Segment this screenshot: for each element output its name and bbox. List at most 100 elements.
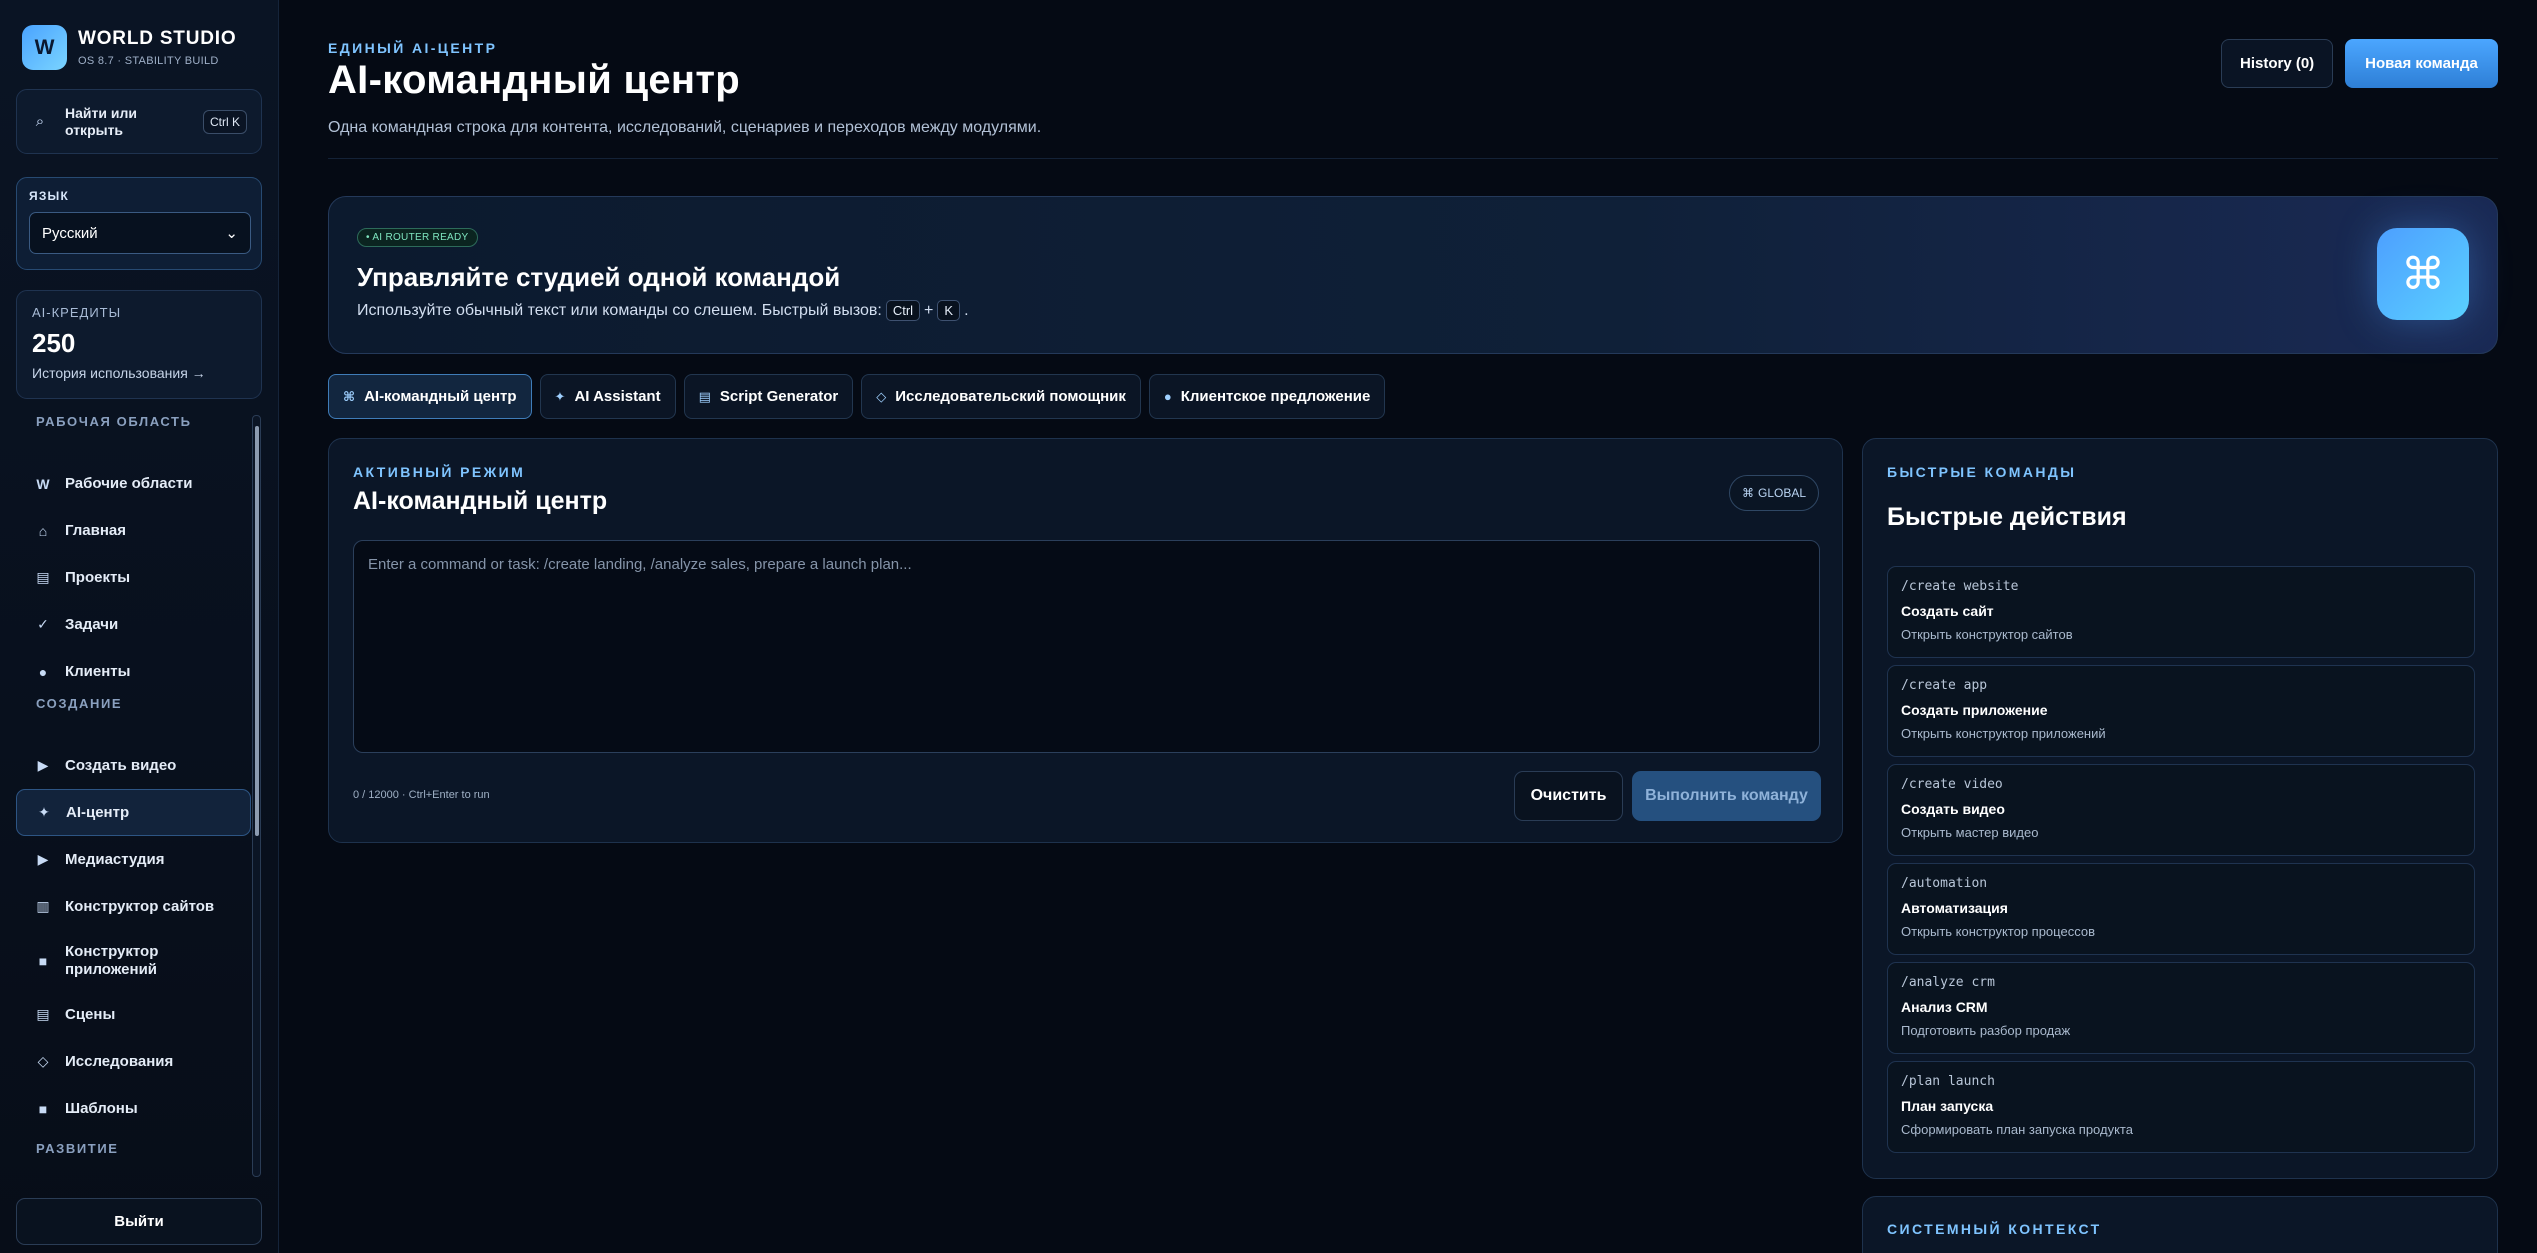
- credits-title: AI-КРЕДИТЫ: [32, 305, 122, 320]
- tab-label: Исследовательский помощник: [895, 388, 1126, 405]
- search-label: Найти или открыть: [65, 104, 137, 138]
- quick-desc: Сформировать план запуска продукта: [1901, 1122, 2133, 1137]
- system-context-panel: СИСТЕМНЫЙ КОНТЕКСТ: [1862, 1196, 2498, 1253]
- layout-icon: ▥: [36, 898, 50, 914]
- logout-button[interactable]: Выйти: [16, 1198, 262, 1245]
- check-icon: ✓: [37, 616, 49, 632]
- quick-actions-panel: БЫСТРЫЕ КОМАНДЫ Быстрые действия /create…: [1862, 438, 2498, 1179]
- quick-action-create-video[interactable]: /create video Создать видео Открыть мастер…: [1887, 764, 2475, 856]
- tab-script-generator[interactable]: ▤ Script Generator: [683, 374, 854, 419]
- language-card: ЯЗЫК Русский ⌄: [16, 177, 262, 270]
- sidebar-item-site-builder[interactable]: ▥ Конструктор сайтов: [16, 883, 251, 930]
- workspaces-icon: W: [36, 475, 50, 492]
- credits-value: 250: [32, 328, 76, 358]
- clear-button[interactable]: Очистить: [1514, 771, 1623, 821]
- quick-eyebrow: БЫСТРЫЕ КОМАНДЫ: [1887, 464, 2077, 480]
- nav-section-title: РАЗВИТИЕ: [36, 1141, 119, 1156]
- sidebar-item-label: Проекты: [65, 569, 131, 586]
- quick-action-automation[interactable]: /automation Автоматизация Открыть конструк…: [1887, 863, 2475, 955]
- tab-label: Script Generator: [719, 388, 839, 405]
- sidebar-item-app-builder[interactable]: ■ Конструктор приложений: [16, 930, 251, 991]
- tab-research-assistant[interactable]: ◇ Исследовательский помощник: [861, 374, 1141, 419]
- credits-card: AI-КРЕДИТЫ 250 История использования →: [16, 290, 262, 399]
- key-k: K: [937, 300, 961, 321]
- home-icon: ⌂: [38, 522, 48, 539]
- command-icon: ⌘: [2377, 228, 2469, 320]
- quick-title: Быстрые действия: [1887, 503, 2127, 531]
- sidebar-item-ai-center[interactable]: ✦ AI-центр: [16, 789, 251, 836]
- router-status-badge: • AI ROUTER READY: [357, 228, 478, 247]
- mode-tabs: ⌘ AI-командный центр ✦ AI Assistant ▤ Scrip…: [328, 374, 1386, 419]
- command-icon: ⌘: [343, 388, 356, 404]
- page-title: AI-командный центр: [328, 58, 741, 102]
- tab-ai-assistant[interactable]: ✦ AI Assistant: [539, 374, 676, 419]
- new-command-button[interactable]: Новая команда: [2345, 39, 2498, 88]
- language-title: ЯЗЫК: [29, 189, 70, 203]
- quick-action-create-website[interactable]: /create website Создать сайт Открыть конст…: [1887, 566, 2475, 658]
- sidebar-item-label: Шаблоны: [65, 1100, 138, 1117]
- language-select[interactable]: Русский ⌄: [29, 212, 251, 254]
- tab-client-proposal[interactable]: ● Клиентское предложение: [1148, 374, 1386, 419]
- brand-logo: W: [22, 25, 67, 70]
- quick-desc: Открыть мастер видео: [1901, 825, 2039, 840]
- sidebar-item-label: Задачи: [65, 616, 119, 633]
- sidebar-item-projects[interactable]: ▤ Проекты: [16, 554, 251, 601]
- nav-section-title: РАБОЧАЯ ОБЛАСТЬ: [36, 414, 192, 429]
- quick-command: /create app: [1901, 678, 1988, 693]
- projects-icon: ▤: [36, 569, 50, 585]
- command-panel: АКТИВНЫЙ РЕЖИМ AI-командный центр ⌘ GLOBA…: [328, 438, 1843, 843]
- brand[interactable]: W WORLD STUDIO OS 8.7 · STABILITY BUILD: [22, 25, 236, 70]
- command-input-placeholder: Enter a command or task: /create landing…: [368, 556, 912, 573]
- tab-ai-command-center[interactable]: ⌘ AI-командный центр: [328, 374, 532, 419]
- scrollbar-thumb[interactable]: [255, 426, 259, 836]
- command-input[interactable]: Enter a command or task: /create landing…: [353, 540, 1820, 753]
- search-icon: ⌕: [35, 113, 45, 130]
- header-divider: [328, 158, 2498, 159]
- quick-action-analyze-crm[interactable]: /analyze crm Анализ CRM Подготовить разбор…: [1887, 962, 2475, 1054]
- sidebar-item-label: AI-центр: [66, 804, 130, 821]
- tab-label: Клиентское предложение: [1180, 388, 1371, 405]
- hero-description-text: Используйте обычный текст или команды со…: [357, 301, 882, 319]
- sidebar-scrollbar[interactable]: [252, 415, 261, 1177]
- scenes-icon: ▤: [36, 1006, 50, 1022]
- history-button[interactable]: History (0): [2221, 39, 2334, 88]
- usage-history-link[interactable]: История использования →: [32, 365, 246, 381]
- app-icon: ■: [38, 952, 48, 969]
- sidebar-item-clients[interactable]: ● Клиенты: [16, 648, 251, 695]
- sidebar-item-label: Медиастудия: [65, 851, 165, 868]
- sidebar-item-workspaces[interactable]: W Рабочие области: [16, 460, 251, 507]
- quick-command: /automation: [1901, 876, 1988, 891]
- sidebar-item-home[interactable]: ⌂ Главная: [16, 507, 251, 554]
- tab-label: AI-командный центр: [364, 388, 517, 405]
- sidebar: W WORLD STUDIO OS 8.7 · STABILITY BUILD …: [0, 0, 279, 1253]
- page-eyebrow: ЕДИНЫЙ AI-ЦЕНТР: [328, 40, 498, 56]
- templates-icon: ■: [38, 1100, 48, 1117]
- hero-description: Используйте обычный текст или команды со…: [357, 300, 969, 321]
- sidebar-item-create-video[interactable]: ▶ Создать видео: [16, 742, 251, 789]
- tab-label: AI Assistant: [574, 388, 661, 405]
- quick-name: Создать видео: [1901, 801, 2005, 817]
- sidebar-item-label: Главная: [65, 522, 127, 539]
- sidebar-item-label: Конструктор сайтов: [65, 898, 215, 915]
- scope-badge[interactable]: ⌘ GLOBAL: [1729, 475, 1820, 511]
- quick-command: /analyze crm: [1901, 975, 1995, 990]
- script-icon: ▤: [698, 388, 711, 404]
- quick-action-plan-launch[interactable]: /plan launch План запуска Сформировать пла…: [1887, 1061, 2475, 1153]
- sidebar-item-label: Клиенты: [65, 663, 131, 680]
- quick-action-create-app[interactable]: /create app Создать приложение Открыть кон…: [1887, 665, 2475, 757]
- quick-name: Создать приложение: [1901, 702, 2048, 718]
- sidebar-item-research[interactable]: ◇ Исследования: [16, 1038, 251, 1085]
- sidebar-item-templates[interactable]: ■ Шаблоны: [16, 1085, 251, 1132]
- sidebar-item-label: Рабочие области: [65, 475, 193, 492]
- search-launcher[interactable]: ⌕ Найти или открыть Ctrl K: [16, 89, 262, 154]
- quick-name: Автоматизация: [1901, 900, 2008, 916]
- brand-subtitle: OS 8.7 · STABILITY BUILD: [78, 55, 219, 67]
- sidebar-item-tasks[interactable]: ✓ Задачи: [16, 601, 251, 648]
- hero-description-suffix: .: [964, 301, 969, 319]
- run-command-button[interactable]: Выполнить команду: [1632, 771, 1821, 821]
- quick-desc: Открыть конструктор приложений: [1901, 726, 2106, 741]
- diamond-icon: ◇: [876, 388, 887, 404]
- sidebar-item-scenes[interactable]: ▤ Сцены: [16, 991, 251, 1038]
- panel-title: AI-командный центр: [353, 487, 608, 515]
- sidebar-item-media-studio[interactable]: ▶ Медиастудия: [16, 836, 251, 883]
